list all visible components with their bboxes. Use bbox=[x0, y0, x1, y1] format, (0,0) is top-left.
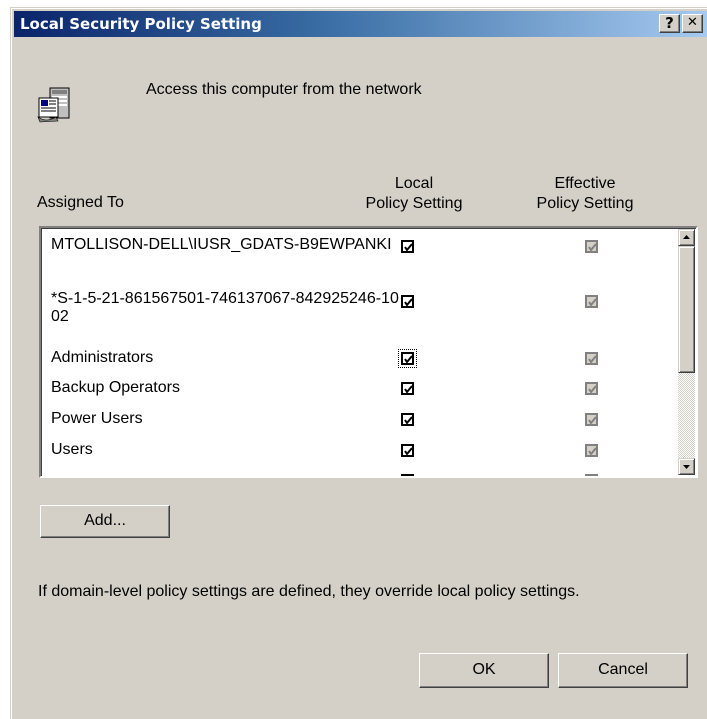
effective-checkbox bbox=[585, 382, 598, 395]
local-checkbox[interactable] bbox=[401, 382, 414, 395]
effective-checkbox bbox=[585, 295, 598, 308]
list-item-label: Users bbox=[51, 441, 93, 458]
list-item[interactable]: Administrators bbox=[41, 348, 671, 372]
list-item[interactable]: Power Users bbox=[41, 409, 671, 433]
domain-policy-note-text: If domain-level policy settings are defi… bbox=[38, 583, 580, 600]
effective-checkbox bbox=[585, 413, 598, 426]
list-scrollbar[interactable] bbox=[678, 229, 695, 475]
list-item[interactable] bbox=[41, 470, 671, 476]
cancel-button[interactable]: Cancel bbox=[558, 653, 688, 688]
title-bar[interactable]: Local Security Policy Setting ? ✕ bbox=[14, 11, 707, 37]
scroll-down-button[interactable] bbox=[678, 458, 695, 475]
list-item[interactable]: Users bbox=[41, 440, 671, 464]
list-item-label: *S-1-5-21-861567501-746137067-842925246-… bbox=[51, 290, 399, 325]
arrow-up-icon bbox=[683, 235, 690, 239]
assigned-to-list[interactable]: MTOLLISON-DELL\IUSR_GDATS-B9EWPANKI *S-1… bbox=[39, 226, 698, 478]
list-item[interactable]: Backup Operators bbox=[41, 378, 671, 402]
list-item-label: Power Users bbox=[51, 410, 143, 427]
assigned-to-header: Assigned To bbox=[37, 194, 124, 211]
effective-checkbox bbox=[585, 240, 598, 253]
local-checkbox[interactable] bbox=[401, 474, 414, 476]
local-checkbox[interactable] bbox=[401, 413, 414, 426]
list-item-label: Backup Operators bbox=[51, 379, 180, 396]
effective-policy-header-line1: Effective bbox=[554, 175, 616, 192]
list-item[interactable]: MTOLLISON-DELL\IUSR_GDATS-B9EWPANKI bbox=[41, 235, 671, 287]
scroll-thumb[interactable] bbox=[678, 246, 695, 373]
effective-checkbox bbox=[585, 352, 598, 365]
local-checkbox[interactable] bbox=[401, 295, 414, 308]
local-policy-header-line2: Policy Setting bbox=[365, 195, 463, 212]
scroll-up-button[interactable] bbox=[678, 229, 695, 246]
local-checkbox[interactable] bbox=[401, 444, 414, 457]
effective-policy-header-line2: Policy Setting bbox=[536, 195, 634, 212]
local-policy-header: Local Policy Setting bbox=[344, 174, 484, 214]
local-checkbox[interactable] bbox=[401, 240, 414, 253]
policy-name: Access this computer from the network bbox=[146, 81, 422, 98]
arrow-down-icon bbox=[683, 465, 690, 469]
effective-checkbox bbox=[585, 444, 598, 457]
effective-policy-header: Effective Policy Setting bbox=[515, 174, 655, 214]
local-policy-header-line1: Local bbox=[394, 175, 434, 192]
policy-server-icon bbox=[36, 85, 76, 125]
ok-button[interactable]: OK bbox=[419, 653, 549, 688]
close-button[interactable]: ✕ bbox=[682, 14, 703, 33]
effective-checkbox bbox=[585, 474, 598, 476]
add-button[interactable]: Add... bbox=[40, 505, 170, 538]
local-checkbox[interactable] bbox=[398, 349, 417, 368]
help-button[interactable]: ? bbox=[659, 14, 680, 33]
list-item-label: Administrators bbox=[51, 349, 154, 366]
list-item[interactable]: *S-1-5-21-861567501-746137067-842925246-… bbox=[41, 289, 671, 341]
window-title: Local Security Policy Setting bbox=[20, 15, 262, 33]
list-item-label: MTOLLISON-DELL\IUSR_GDATS-B9EWPANKI bbox=[51, 236, 392, 253]
policy-dialog: Local Security Policy Setting ? ✕ Access… bbox=[10, 7, 707, 719]
